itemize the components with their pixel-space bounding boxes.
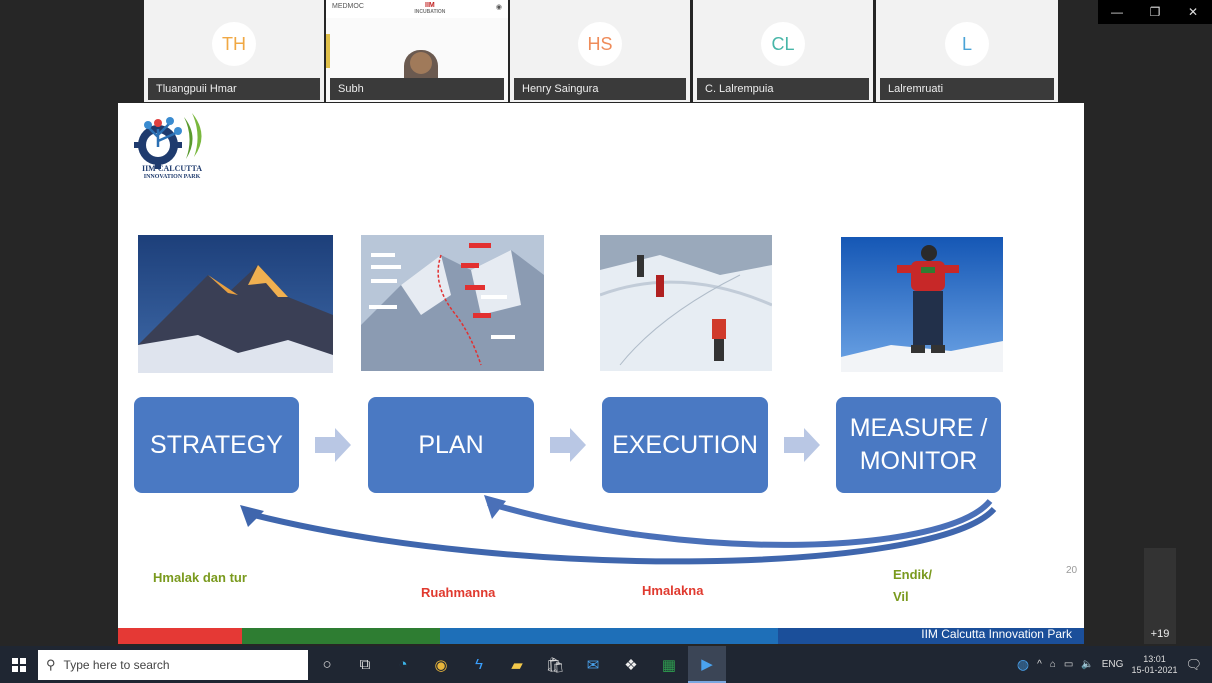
- participant-name: Tluangpuii Hmar: [148, 78, 320, 100]
- participant-avatar: TH: [212, 22, 256, 66]
- app-bolt-icon[interactable]: ϟ: [460, 646, 498, 683]
- video-banner: MEDMOC IIM INCUBATION ◉: [326, 0, 508, 18]
- screen: — ❐ ✕ TH Tluangpuii Hmar MEDMOC IIM INCUB…: [0, 0, 1212, 683]
- participant-avatar: HS: [578, 22, 622, 66]
- video-brand-left: MEDMOC: [332, 3, 364, 10]
- user-badge-icon[interactable]: ◍: [1017, 656, 1029, 673]
- slide-footer: IIM Calcutta Innovation Park: [921, 627, 1072, 641]
- participant-tile[interactable]: HS Henry Saingura: [510, 0, 690, 102]
- dropbox-icon[interactable]: ❖: [612, 646, 650, 683]
- label-strategy: Hmalak dan tur: [153, 570, 247, 585]
- windows-icon: [12, 657, 26, 672]
- more-participants-button[interactable]: +19: [1144, 548, 1176, 644]
- chrome-icon[interactable]: ◉: [422, 646, 460, 683]
- video-decor: [326, 34, 330, 68]
- participant-name: C. Lalrempuia: [697, 78, 869, 100]
- meeting-app-icon[interactable]: ▶: [688, 646, 726, 683]
- participant-name: Henry Saingura: [514, 78, 686, 100]
- chevron-up-icon[interactable]: ^: [1037, 659, 1042, 670]
- participant-name: Subh: [330, 78, 504, 100]
- file-explorer-icon[interactable]: ▰: [498, 646, 536, 683]
- search-icon: ⚲: [46, 656, 56, 672]
- clock[interactable]: 13:01 15-01-2021: [1131, 654, 1177, 676]
- footer-band-green: [242, 628, 440, 644]
- taskbar-search[interactable]: ⚲ Type here to search: [38, 649, 308, 680]
- volume-icon[interactable]: 🔈: [1081, 659, 1093, 670]
- minimize-button[interactable]: —: [1098, 0, 1136, 24]
- participant-avatar: CL: [761, 22, 805, 66]
- window-controls: — ❐ ✕: [1098, 0, 1212, 24]
- participant-tile[interactable]: CL C. Lalrempuia: [693, 0, 873, 102]
- notification-icon[interactable]: 🗨: [1185, 657, 1202, 673]
- store-icon[interactable]: 🛍: [536, 646, 574, 683]
- restore-button[interactable]: ❐: [1136, 0, 1174, 24]
- shared-slide: IIM CALCUTTA INNOVATION PARK STRATEGY PL…: [118, 103, 1084, 644]
- edge-icon[interactable]: ◔: [384, 646, 422, 683]
- network-icon[interactable]: ⌂: [1050, 659, 1056, 670]
- participant-tile[interactable]: L Lalremruati: [876, 0, 1058, 102]
- video-emblem-icon: ◉: [495, 4, 502, 11]
- feedback-arrows: [240, 495, 997, 565]
- start-button[interactable]: [0, 646, 38, 683]
- label-measure: Endik/ Vil: [893, 567, 933, 604]
- label-plan: Ruahmanna: [421, 585, 496, 600]
- language-indicator[interactable]: ENG: [1102, 659, 1124, 670]
- participant-name: Lalremruati: [880, 78, 1054, 100]
- close-button[interactable]: ✕: [1174, 0, 1212, 24]
- search-placeholder: Type here to search: [63, 657, 170, 672]
- label-execution: Hmalakna: [642, 583, 704, 598]
- participant-tile[interactable]: TH Tluangpuii Hmar: [144, 0, 324, 102]
- footer-band-blue: [440, 628, 778, 644]
- video-person-head: [410, 52, 432, 74]
- cortana-icon[interactable]: ○: [308, 646, 346, 683]
- excel-icon[interactable]: ▦: [650, 646, 688, 683]
- page-number: 20: [1066, 565, 1078, 576]
- video-brand-mid: IIM INCUBATION: [414, 2, 446, 15]
- participant-tile-video[interactable]: MEDMOC IIM INCUBATION ◉ Subh: [326, 0, 508, 102]
- mail-icon[interactable]: ✉: [574, 646, 612, 683]
- footer-band-red: [118, 628, 242, 644]
- system-tray: ◍ ^ ⌂ ▭ 🔈 ENG 13:01 15-01-2021 🗨: [1017, 646, 1212, 683]
- participant-avatar: L: [945, 22, 989, 66]
- battery-icon[interactable]: ▭: [1064, 659, 1073, 670]
- task-view-icon[interactable]: ⧉: [346, 646, 384, 683]
- taskbar: ⚲ Type here to search ○ ⧉ ◔ ◉ ϟ ▰ 🛍 ✉ ❖ …: [0, 646, 1212, 683]
